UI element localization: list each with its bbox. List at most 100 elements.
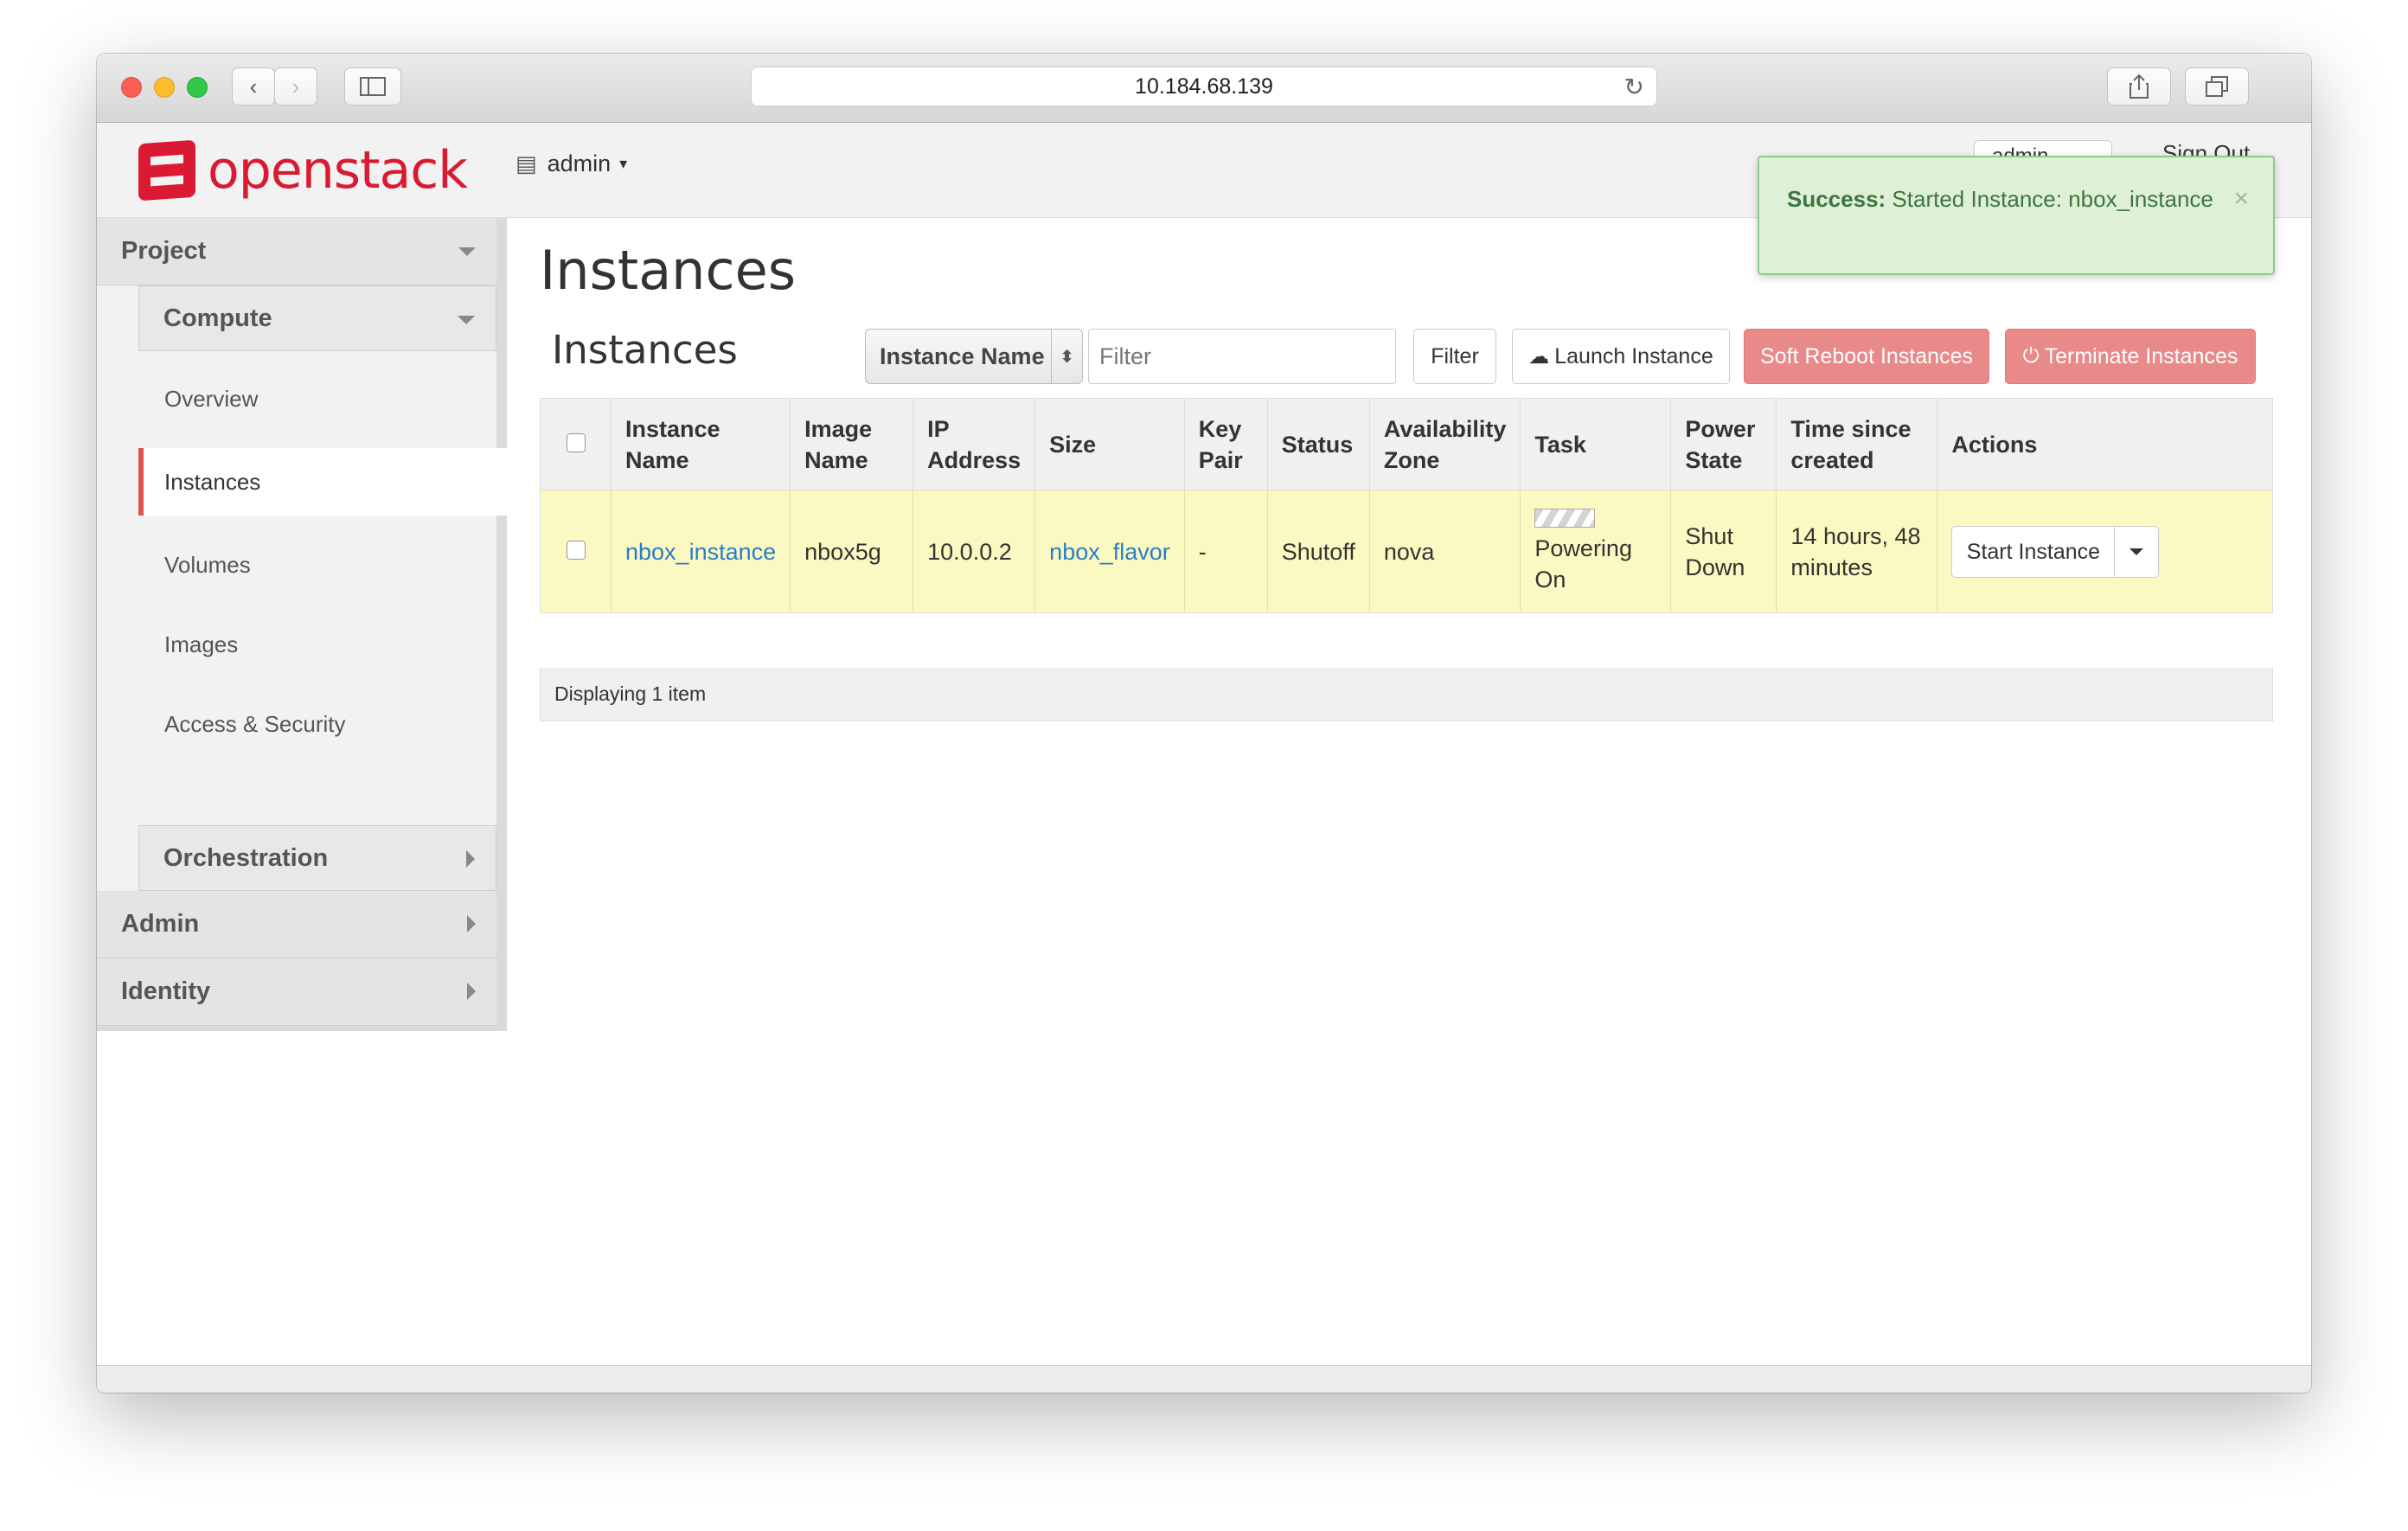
project-icon: ▤ <box>516 151 537 176</box>
reload-icon[interactable]: ↻ <box>1624 73 1644 101</box>
share-icon[interactable] <box>2107 67 2171 106</box>
chevron-right-icon <box>467 983 476 1000</box>
launch-instance-button[interactable]: ☁ Launch Instance <box>1512 329 1730 384</box>
task-cell: Powering On <box>1520 490 1672 613</box>
openstack-logo[interactable]: openstack <box>138 139 468 202</box>
table-footer: Displaying 1 item <box>540 668 2273 721</box>
sidebar-dashboard-project[interactable]: Project <box>97 218 496 285</box>
terminate-instances-button[interactable]: ⏻ Terminate Instances <box>2005 329 2256 384</box>
power-state-cell: Shut Down <box>1670 490 1777 613</box>
sidebar-dashboard-label: Admin <box>121 910 200 938</box>
column-header[interactable]: Key Pair <box>1184 398 1268 490</box>
task-progress-bar <box>1534 508 1596 528</box>
alert-message: Started Instance: nbox_instance <box>1892 186 2213 212</box>
chevron-down-icon <box>458 316 475 324</box>
filter-field-select[interactable]: Instance Name ⬍ <box>865 329 1083 384</box>
project-selector[interactable]: ▤ admin ▾ <box>516 151 627 177</box>
column-header[interactable]: Size <box>1034 398 1185 490</box>
instance-name-cell: nbox_instance <box>611 490 791 613</box>
sidebar-dashboard-admin[interactable]: Admin <box>97 891 496 958</box>
sidebar-item-instances[interactable]: Instances <box>138 448 507 516</box>
select-all-checkbox[interactable] <box>566 432 586 452</box>
minimize-window-button[interactable] <box>154 77 175 98</box>
task-label: Powering On <box>1534 535 1632 593</box>
sidebar-item-volumes[interactable]: Volumes <box>138 531 496 599</box>
instances-table: Instance Name Image Name IP Address Size… <box>540 398 2273 613</box>
logo-mark-icon <box>138 139 195 202</box>
sidebar-panel-orchestration[interactable]: Orchestration <box>138 825 496 891</box>
row-actions-split-button: Start Instance <box>1951 525 2160 578</box>
tabs-icon[interactable] <box>2185 67 2249 106</box>
sidebar-panel-label: Orchestration <box>163 843 329 872</box>
cloud-upload-icon: ☁ <box>1528 344 1550 368</box>
sidebar-panel-label: Compute <box>163 304 272 332</box>
row-select-cell <box>540 490 612 613</box>
sidebar-rail-end <box>496 958 507 1026</box>
column-header[interactable]: IP Address <box>913 398 1036 490</box>
filter-field-value: Instance Name <box>880 343 1045 369</box>
sidebar-rail <box>496 218 507 977</box>
soft-reboot-instances-button[interactable]: Soft Reboot Instances <box>1744 329 1989 384</box>
actions-cell: Start Instance <box>1937 490 2273 613</box>
sidebar-item-images[interactable]: Images <box>138 611 496 678</box>
power-icon: ⏻ <box>2022 344 2040 368</box>
ip-address-cell: 10.0.0.2 <box>913 490 1036 613</box>
sidebar-panel-compute[interactable]: Compute <box>138 285 496 351</box>
column-header[interactable]: Image Name <box>790 398 914 490</box>
close-window-button[interactable] <box>121 77 142 98</box>
logo-text: openstack <box>208 140 468 201</box>
filter-input[interactable] <box>1088 329 1396 384</box>
filter-button[interactable]: Filter <box>1413 329 1496 384</box>
chevron-right-icon <box>466 850 475 868</box>
sidebar-dashboard-label: Project <box>121 237 207 265</box>
column-header[interactable]: Availability Zone <box>1369 398 1521 490</box>
size-cell: nbox_flavor <box>1034 490 1185 613</box>
sidebar-item-overview[interactable]: Overview <box>138 365 496 432</box>
table-header-row: Instance Name Image Name IP Address Size… <box>540 398 2273 490</box>
browser-status-bar <box>97 1365 2311 1393</box>
sidebar: Project Compute Overview Instances Volum… <box>97 218 507 979</box>
select-all-cell <box>540 398 612 490</box>
url-bar[interactable]: 10.184.68.139 ↻ <box>751 67 1657 106</box>
start-instance-button[interactable]: Start Instance <box>1952 526 2116 577</box>
select-arrows-icon: ⬍ <box>1051 330 1082 383</box>
caret-down-icon <box>2129 548 2144 555</box>
sidebar-dashboard-identity[interactable]: Identity <box>97 958 496 1026</box>
time-since-created-cell: 14 hours, 48 minutes <box>1776 490 1938 613</box>
page-title: Instances <box>540 239 797 302</box>
chevron-down-icon: ▾ <box>619 155 628 172</box>
forward-icon[interactable]: › <box>274 67 317 106</box>
column-header[interactable]: Time since created <box>1776 398 1938 490</box>
project-label: admin <box>547 151 612 176</box>
sidebar-bottom-edge <box>97 1026 507 1031</box>
sidebar-toggle-icon[interactable] <box>344 67 401 106</box>
success-alert: Success: Started Instance: nbox_instance… <box>1758 156 2275 275</box>
browser-window: ‹ › 10.184.68.139 ↻ + openstack ▤ admin … <box>97 54 2311 1393</box>
flavor-link[interactable]: nbox_flavor <box>1049 539 1170 565</box>
launch-instance-label: Launch Instance <box>1554 343 1713 368</box>
column-header[interactable]: Power State <box>1670 398 1777 490</box>
alert-title: Success: <box>1787 186 1886 212</box>
sidebar-item-access-security[interactable]: Access & Security <box>138 690 496 758</box>
row-checkbox[interactable] <box>566 540 586 560</box>
availability-zone-cell: nova <box>1369 490 1521 613</box>
image-name-cell: nbox5g <box>790 490 914 613</box>
column-header[interactable]: Status <box>1267 398 1370 490</box>
column-header: Actions <box>1937 398 2273 490</box>
terminate-instances-label: Terminate Instances <box>2044 343 2238 368</box>
instance-name-link[interactable]: nbox_instance <box>625 539 776 565</box>
close-icon[interactable]: × <box>2233 183 2249 215</box>
url-text: 10.184.68.139 <box>1135 74 1273 99</box>
status-cell: Shutoff <box>1267 490 1370 613</box>
table-row: nbox_instance nbox5g 10.0.0.2 nbox_flavo… <box>540 490 2273 613</box>
table-title: Instances <box>552 327 738 373</box>
key-pair-cell: - <box>1184 490 1268 613</box>
more-actions-dropdown[interactable] <box>2115 527 2158 577</box>
zoom-window-button[interactable] <box>187 77 208 98</box>
back-icon[interactable]: ‹ <box>232 67 275 106</box>
sidebar-dashboard-label: Identity <box>121 977 211 1005</box>
column-header[interactable]: Instance Name <box>611 398 791 490</box>
column-header[interactable]: Task <box>1520 398 1672 490</box>
chevron-right-icon <box>467 915 476 932</box>
chevron-down-icon <box>458 247 476 256</box>
